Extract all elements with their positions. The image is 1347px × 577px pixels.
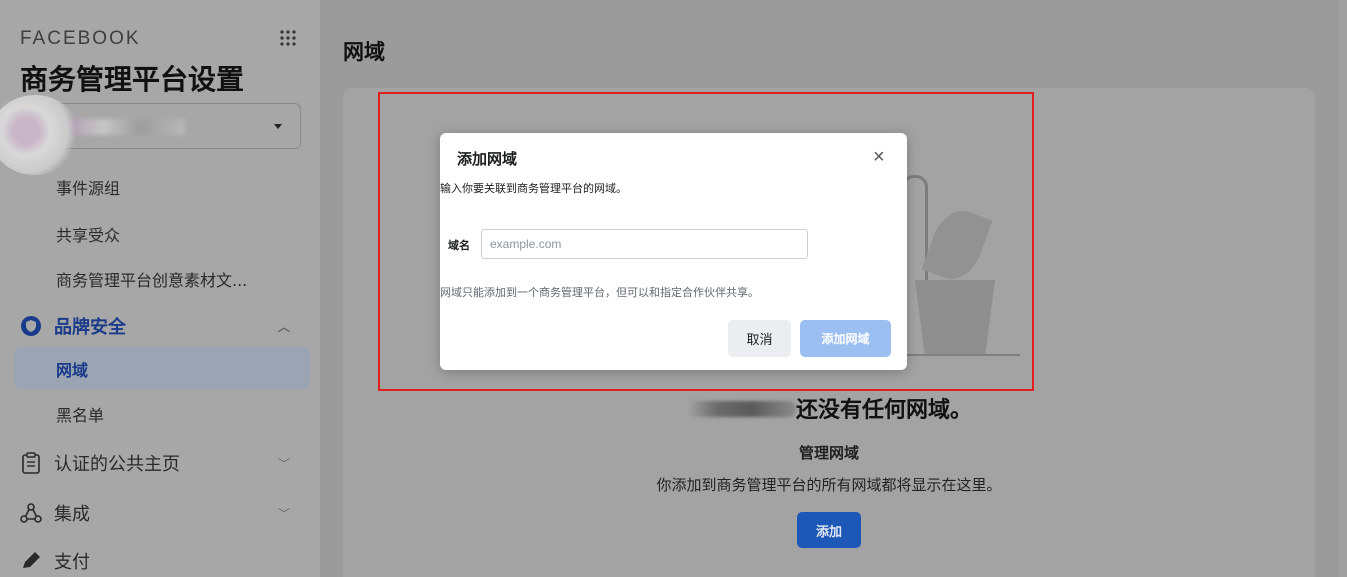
- sidebar-section-brand-safety[interactable]: 品牌安全 ︿: [20, 313, 300, 339]
- avatar: [0, 95, 80, 175]
- close-icon[interactable]: ×: [873, 147, 885, 167]
- caret-down-icon: [274, 124, 282, 129]
- dialog-note: 网域只能添加到一个商务管理平台，但可以和指定合作伙伴共享。: [440, 286, 759, 299]
- sidebar-item-blocklist[interactable]: 黑名单: [56, 402, 104, 426]
- sidebar-section-verified-pages[interactable]: 认证的公共主页 ﹀: [20, 450, 300, 476]
- chevron-up-icon: ︿: [277, 319, 290, 334]
- dialog-title: 添加网域: [457, 150, 518, 168]
- domain-field-label: 域名: [448, 239, 470, 252]
- sidebar-item-domains[interactable]: 网域: [56, 357, 88, 381]
- confirm-add-domain-button[interactable]: 添加网域: [800, 320, 891, 357]
- sidebar-section-label: 品牌安全: [54, 317, 126, 338]
- add-domain-button[interactable]: 添加: [797, 512, 861, 548]
- sidebar-item-event-groups[interactable]: 事件源组: [56, 175, 120, 199]
- chevron-down-icon: ﹀: [277, 456, 290, 471]
- sidebar-item-creative-library[interactable]: 商务管理平台创意素材文...: [56, 267, 247, 291]
- sidebar-item-shared-audiences[interactable]: 共享受众: [56, 222, 120, 246]
- scrollbar[interactable]: [1339, 0, 1347, 577]
- sidebar-section-payments[interactable]: 支付: [20, 548, 300, 574]
- pencil-icon: [23, 552, 40, 568]
- grid-dots-icon[interactable]: [278, 28, 298, 48]
- sidebar-section-label: 支付: [54, 552, 90, 573]
- add-domain-dialog: 添加网域 × 输入你要关联到商务管理平台的网域。 域名 网域只能添加到一个商务管…: [440, 133, 907, 370]
- empty-state-description: 你添加到商务管理平台的所有网域都将显示在这里。: [656, 476, 1002, 494]
- domain-input[interactable]: [481, 229, 808, 259]
- sidebar: FACEBOOK 商务管理平台设置 事件源组 共享受众 商务管理平台创意素材文.…: [0, 0, 320, 577]
- dialog-description: 输入你要关联到商务管理平台的网域。: [440, 182, 627, 195]
- sidebar-section-label: 集成: [54, 504, 90, 525]
- sidebar-section-integrations[interactable]: 集成 ﹀: [20, 500, 300, 526]
- brand-logo: FACEBOOK: [20, 28, 141, 49]
- empty-state-subtitle: 管理网域: [798, 444, 859, 462]
- shield-icon: [21, 316, 41, 336]
- page-title: 商务管理平台设置: [20, 63, 245, 96]
- network-icon: [20, 503, 42, 523]
- clipboard-icon: [22, 452, 40, 474]
- cancel-button[interactable]: 取消: [728, 320, 791, 357]
- chevron-down-icon: ﹀: [277, 506, 290, 521]
- sidebar-section-label: 认证的公共主页: [54, 454, 180, 475]
